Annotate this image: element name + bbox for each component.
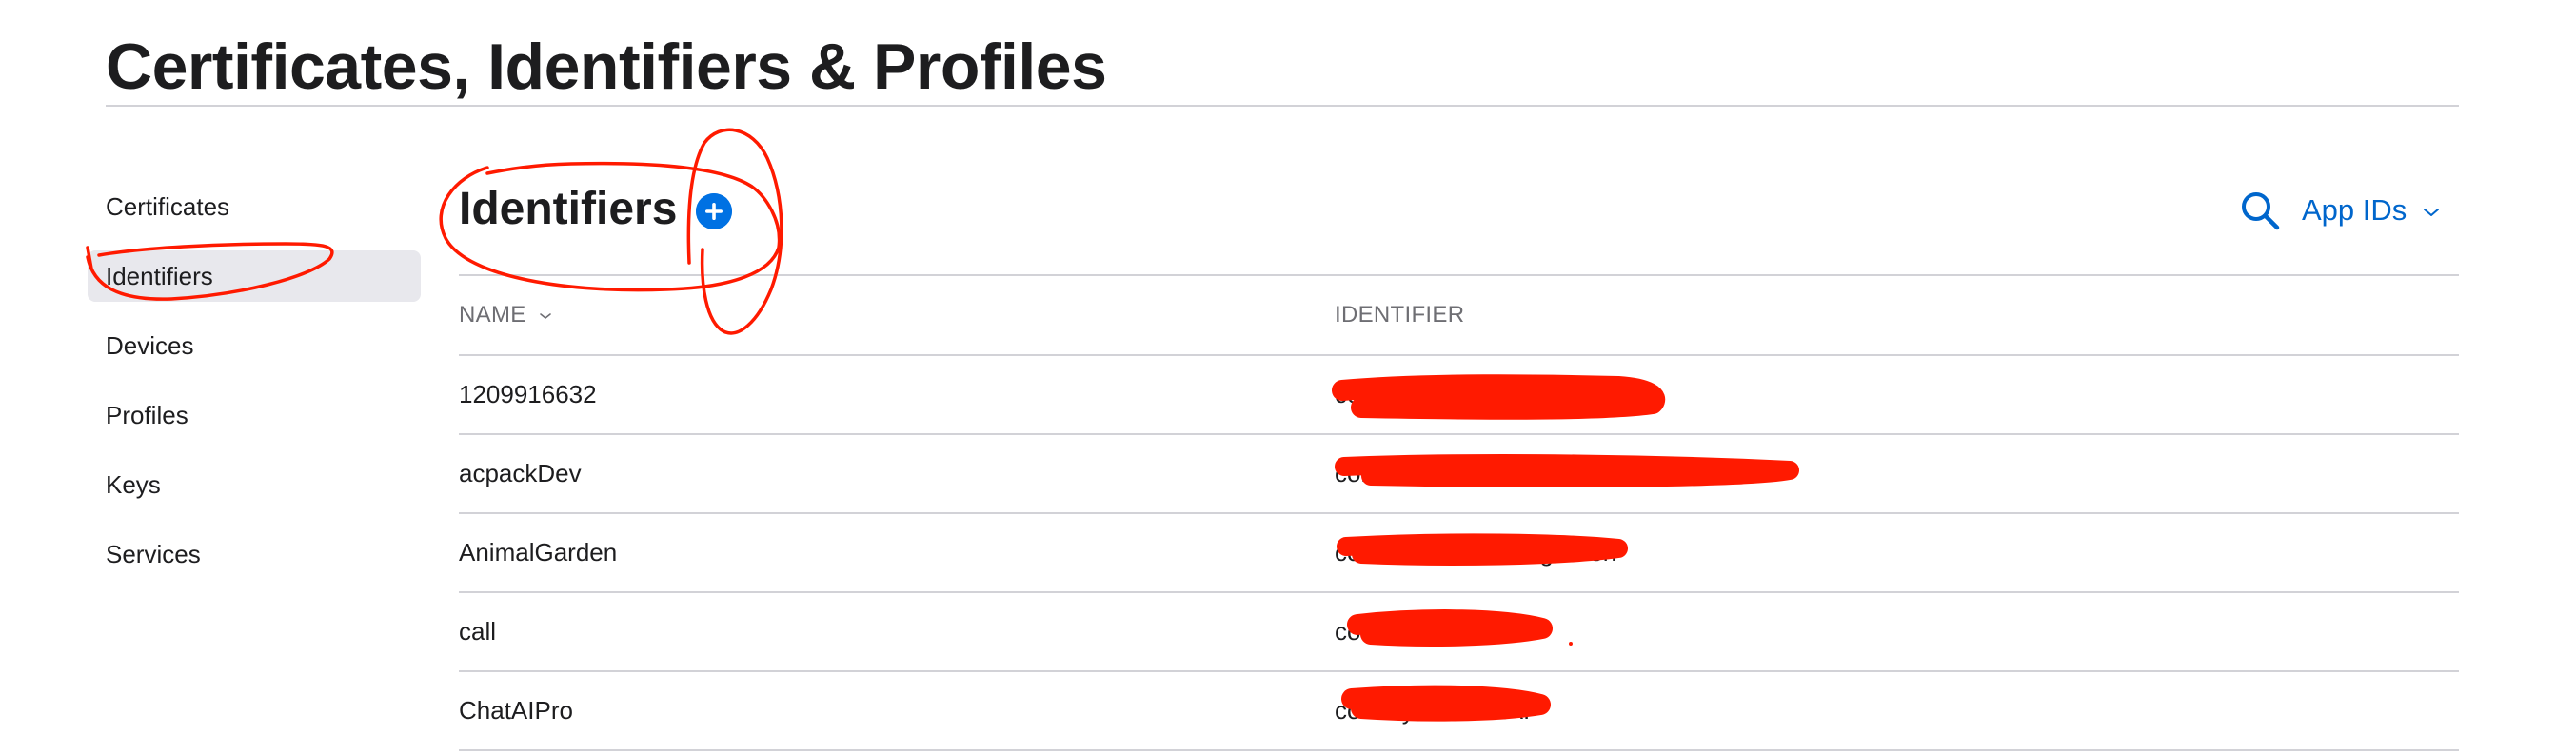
row-identifier: com.1209916632.z2xqhdm [1335,380,1634,408]
row-name: acpackDev [459,459,582,487]
sidebar-item-profiles[interactable]: Profiles [88,389,421,441]
row-identifier: com.xideve.animalgarden [1335,538,1617,567]
row-name: AnimalGarden [459,538,618,567]
identifier-column-header: IDENTIFIER [1335,302,1465,328]
row-name: 1209916632 [459,380,597,408]
sidebar-item-keys[interactable]: Keys [88,459,421,510]
sidebar-item-devices[interactable]: Devices [88,320,421,371]
table-row[interactable]: call com.eyual.call [459,593,2459,672]
name-column-header[interactable]: NAME [459,276,552,354]
row-identifier: com.eyual.ChatAI [1335,696,1531,725]
table-row[interactable]: acpackDev com.westernglendev.AcePacketTu… [459,435,2459,514]
identifiers-table: NAME IDENTIFIER 1209916632 com.120991663… [459,276,2459,751]
filter-selected-label: App IDs [2302,193,2408,227]
page-title: Certificates, Identifiers & Profiles [106,30,1107,103]
row-identifier: com.eyual.call [1335,617,1492,646]
sidebar-item-certificates[interactable]: Certificates [88,181,421,232]
chevron-down-icon [539,312,551,319]
chevron-down-icon [2423,208,2439,216]
sidebar-item-services[interactable]: Services [88,528,421,580]
row-identifier: com.westernglendev.AcePacketTunnel [1335,459,1760,487]
name-column-label: NAME [459,302,526,328]
row-name: call [459,617,497,646]
row-name: ChatAIPro [459,696,573,725]
search-icon [2242,192,2280,230]
app-ids-filter-dropdown[interactable]: App IDs [2302,189,2440,232]
table-row[interactable]: 1209916632 com.1209916632.z2xqhdm [459,356,2459,435]
title-divider [106,105,2459,107]
search-button[interactable] [2239,189,2283,233]
sidebar-nav: Certificates Identifiers Devices Profile… [88,181,421,598]
section-title: Identifiers [459,184,678,234]
sidebar-item-identifiers[interactable]: Identifiers [88,250,421,302]
table-row[interactable]: AnimalGarden com.xideve.animalgarden [459,514,2459,593]
plus-circle-icon [696,193,732,229]
table-header: NAME IDENTIFIER [459,276,2459,356]
table-row[interactable]: ChatAIPro com.eyual.ChatAI [459,672,2459,751]
add-identifier-button[interactable] [696,193,732,229]
